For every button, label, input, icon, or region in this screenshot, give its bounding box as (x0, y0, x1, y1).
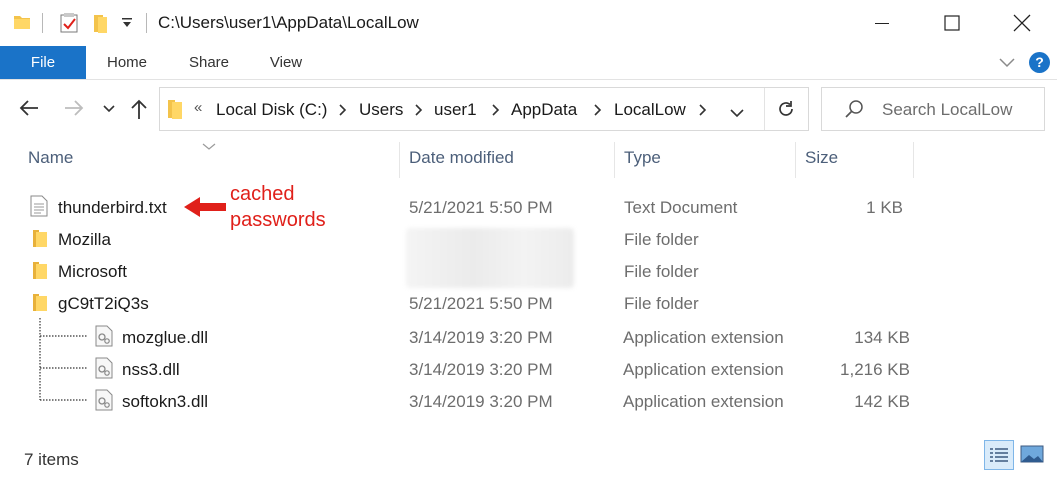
dll-file-icon (95, 389, 113, 416)
search-box[interactable]: Search LocalLow (821, 87, 1045, 131)
file-size: 1 KB (866, 198, 903, 217)
tab-share[interactable]: Share (178, 46, 240, 79)
file-size: 142 KB (854, 392, 910, 411)
file-name[interactable]: Mozilla (58, 230, 111, 250)
chevron-right-icon[interactable] (491, 103, 501, 122)
column-header-type[interactable]: Type (624, 148, 661, 168)
folder-icon (12, 12, 32, 37)
file-size: 134 KB (854, 328, 910, 347)
navigation-bar: « Local Disk (C:) Users user1 AppData Lo… (0, 80, 1057, 140)
maximize-button[interactable] (917, 0, 987, 46)
minimize-button[interactable] (847, 0, 917, 46)
minimize-icon (875, 23, 889, 24)
column-header-date-modified[interactable]: Date modified (409, 148, 514, 168)
file-type: Text Document (624, 198, 738, 217)
recent-locations-button[interactable] (103, 104, 115, 114)
file-type: File folder (624, 294, 699, 313)
back-arrow-icon (19, 100, 38, 116)
details-view-button[interactable] (984, 440, 1014, 470)
refresh-icon[interactable] (776, 99, 796, 124)
details-view-icon (990, 448, 1008, 462)
dll-file-icon (95, 357, 113, 384)
folder-icon (31, 260, 49, 285)
file-name[interactable]: mozglue.dll (122, 328, 208, 348)
file-name[interactable]: gC9tT2iQ3s (58, 294, 149, 314)
column-header-name[interactable]: Name (28, 148, 73, 168)
chevron-right-icon[interactable] (593, 103, 603, 122)
properties-icon[interactable] (58, 12, 80, 39)
item-count: 7 items (24, 450, 79, 469)
annotation-callout: cached passwords (230, 181, 326, 233)
tree-connector-lines (39, 318, 88, 401)
column-divider[interactable] (399, 142, 400, 178)
chevron-down-icon (103, 105, 115, 113)
chevron-right-icon[interactable] (698, 103, 708, 122)
window-title: C:\Users\user1\AppData\LocalLow (158, 13, 419, 32)
file-name[interactable]: nss3.dll (122, 360, 180, 380)
file-name[interactable]: softokn3.dll (122, 392, 208, 412)
file-type: File folder (624, 230, 699, 249)
folder-icon (166, 98, 184, 125)
column-divider[interactable] (614, 142, 615, 178)
file-size: 1,216 KB (840, 360, 910, 379)
annotation-arrow-icon (182, 194, 228, 225)
column-divider[interactable] (795, 142, 796, 178)
up-button[interactable] (129, 98, 149, 120)
title-separator (42, 13, 43, 33)
back-button[interactable] (18, 98, 40, 118)
file-date-modified: 3/14/2019 3:20 PM (409, 360, 553, 379)
forward-arrow-icon (65, 100, 84, 116)
file-name[interactable]: thunderbird.txt (58, 198, 167, 218)
dll-file-icon (95, 325, 113, 352)
tab-home[interactable]: Home (96, 46, 158, 79)
redacted-date-region (406, 228, 574, 288)
file-date-modified: 5/21/2021 5:50 PM (409, 294, 553, 313)
chevron-right-icon[interactable] (338, 103, 348, 122)
tab-file[interactable]: File (0, 46, 86, 79)
column-header-size[interactable]: Size (805, 148, 838, 168)
address-overflow[interactable]: « (194, 99, 202, 116)
search-input[interactable]: Search LocalLow (882, 100, 1012, 120)
title-bar: C:\Users\user1\AppData\LocalLow (0, 0, 1057, 46)
address-segment-local-disk[interactable]: Local Disk (C:) (216, 100, 327, 120)
file-type: Application extension (623, 360, 784, 379)
folder-icon (31, 292, 49, 317)
address-bar[interactable]: « Local Disk (C:) Users user1 AppData Lo… (159, 87, 809, 131)
file-date-modified: 3/14/2019 3:20 PM (409, 392, 553, 411)
address-segment-locallow[interactable]: LocalLow (614, 100, 686, 120)
address-segment-users[interactable]: Users (359, 100, 403, 120)
forward-button[interactable] (63, 98, 85, 118)
file-name[interactable]: Microsoft (58, 262, 127, 282)
expand-ribbon-chevron-icon[interactable] (998, 53, 1016, 76)
file-date-modified: 3/14/2019 3:20 PM (409, 328, 553, 347)
help-icon[interactable]: ? (1029, 52, 1050, 73)
large-icons-view-icon (1020, 445, 1044, 463)
new-folder-icon[interactable] (92, 12, 110, 39)
sort-chevron-icon (202, 138, 216, 156)
text-file-icon (30, 195, 48, 222)
annotation-line-1: cached (230, 183, 295, 205)
file-type: Application extension (623, 392, 784, 411)
close-icon (1013, 14, 1031, 32)
file-type: Application extension (623, 328, 784, 347)
address-divider (764, 88, 765, 130)
folder-icon (31, 228, 49, 253)
up-arrow-icon (131, 99, 147, 119)
chevron-right-icon[interactable] (414, 103, 424, 122)
address-history-dropdown-icon[interactable] (730, 105, 744, 123)
maximize-icon (944, 15, 960, 31)
customize-toolbar-dropdown-icon[interactable] (120, 16, 134, 35)
file-date-modified: 5/21/2021 5:50 PM (409, 198, 553, 217)
ribbon-tabs: File Home Share View ? (0, 46, 1057, 80)
search-icon (844, 99, 864, 124)
title-separator (146, 13, 147, 33)
address-segment-user1[interactable]: user1 (434, 100, 477, 120)
column-divider[interactable] (913, 142, 914, 178)
annotation-line-2: passwords (230, 209, 326, 231)
file-type: File folder (624, 262, 699, 281)
close-button[interactable] (987, 0, 1057, 46)
address-segment-appdata[interactable]: AppData (511, 100, 577, 120)
tab-view[interactable]: View (258, 46, 314, 79)
large-icons-view-button[interactable] (1018, 440, 1048, 470)
